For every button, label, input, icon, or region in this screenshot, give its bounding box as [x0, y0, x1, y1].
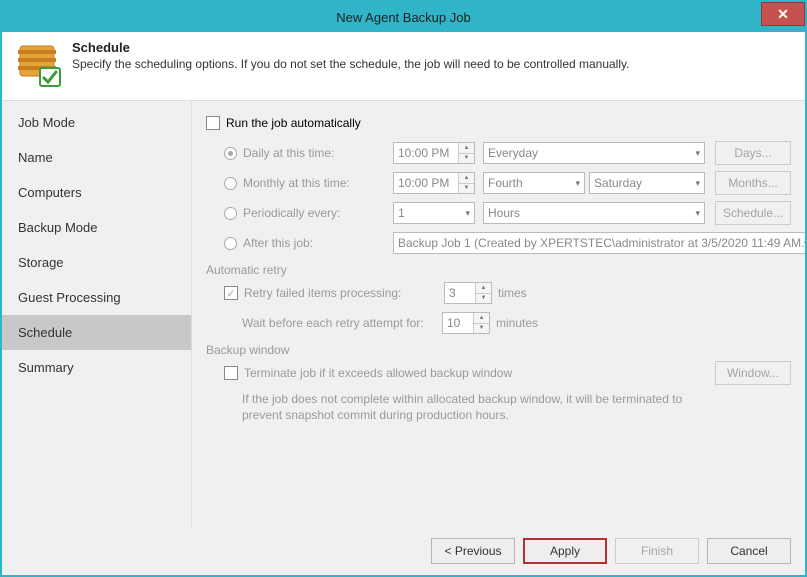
days-button[interactable]: Days...	[715, 141, 791, 165]
window-section-title: Backup window	[206, 343, 791, 357]
sidebar-item-computers[interactable]: Computers	[2, 175, 191, 210]
window-title: New Agent Backup Job	[336, 10, 470, 25]
terminate-label: Terminate job if it exceeds allowed back…	[244, 366, 512, 380]
months-button[interactable]: Months...	[715, 171, 791, 195]
daily-time-spinner[interactable]: ▲▼	[393, 142, 475, 164]
schedule-icon	[14, 40, 62, 88]
sidebar-item-schedule[interactable]: Schedule	[2, 315, 191, 350]
schedule-button[interactable]: Schedule...	[715, 201, 791, 225]
periodic-value-select[interactable]: 1 ▾	[393, 202, 475, 224]
footer: < Previous Apply Finish Cancel	[2, 527, 805, 575]
previous-button[interactable]: < Previous	[431, 538, 515, 564]
content-pane: Run the job automatically Daily at this …	[192, 101, 805, 527]
close-button[interactable]: ✕	[761, 2, 805, 26]
sidebar-item-name[interactable]: Name	[2, 140, 191, 175]
chevron-down-icon: ▾	[695, 148, 700, 159]
spin-down-icon[interactable]: ▼	[459, 154, 474, 164]
retry-unit: times	[498, 286, 527, 300]
run-auto-checkbox[interactable]	[206, 116, 220, 130]
after-job-label: After this job:	[243, 236, 393, 250]
chevron-down-icon: ▾	[575, 178, 580, 189]
spin-down-icon[interactable]: ▼	[476, 294, 491, 304]
apply-button[interactable]: Apply	[523, 538, 607, 564]
after-job-radio[interactable]	[224, 237, 237, 250]
monthly-label: Monthly at this time:	[243, 176, 393, 190]
close-icon: ✕	[777, 6, 789, 23]
monthly-time-spinner[interactable]: ▲▼	[393, 172, 475, 194]
titlebar: New Agent Backup Job ✕	[2, 2, 805, 32]
spin-down-icon[interactable]: ▼	[459, 184, 474, 194]
monthly-radio[interactable]	[224, 177, 237, 190]
spin-up-icon[interactable]: ▲	[459, 143, 474, 154]
sidebar-item-job-mode[interactable]: Job Mode	[2, 105, 191, 140]
sidebar-item-guest-processing[interactable]: Guest Processing	[2, 280, 191, 315]
retry-checkbox[interactable]	[224, 286, 238, 300]
spin-up-icon[interactable]: ▲	[459, 173, 474, 184]
spin-up-icon[interactable]: ▲	[474, 313, 489, 324]
wizard-sidebar: Job Mode Name Computers Backup Mode Stor…	[2, 101, 192, 527]
daily-radio[interactable]	[224, 147, 237, 160]
terminate-checkbox[interactable]	[224, 366, 238, 380]
retry-count-input[interactable]	[445, 283, 475, 303]
daily-label: Daily at this time:	[243, 146, 393, 160]
cancel-button[interactable]: Cancel	[707, 538, 791, 564]
window-note: If the job does not complete within allo…	[206, 391, 791, 423]
monthly-time-input[interactable]	[394, 173, 458, 193]
dialog-window: New Agent Backup Job ✕ Schedule Specify …	[0, 0, 807, 577]
sidebar-item-summary[interactable]: Summary	[2, 350, 191, 385]
chevron-down-icon: ▾	[465, 208, 470, 219]
monthly-day-select[interactable]: Saturday ▾	[589, 172, 705, 194]
page-title: Schedule	[72, 40, 793, 55]
finish-button[interactable]: Finish	[615, 538, 699, 564]
retry-section-title: Automatic retry	[206, 263, 791, 277]
spin-up-icon[interactable]: ▲	[476, 283, 491, 294]
wait-unit: minutes	[496, 316, 538, 330]
chevron-down-icon: ▾	[695, 208, 700, 219]
wait-value-input[interactable]	[443, 313, 473, 333]
window-button[interactable]: Window...	[715, 361, 791, 385]
periodic-radio[interactable]	[224, 207, 237, 220]
after-job-select[interactable]: Backup Job 1 (Created by XPERTSTEC\admin…	[393, 232, 805, 254]
header: Schedule Specify the scheduling options.…	[2, 32, 805, 101]
monthly-week-select[interactable]: Fourth ▾	[483, 172, 585, 194]
wait-value-spinner[interactable]: ▲▼	[442, 312, 490, 334]
retry-count-spinner[interactable]: ▲▼	[444, 282, 492, 304]
chevron-down-icon: ▾	[804, 238, 805, 249]
daily-time-input[interactable]	[394, 143, 458, 163]
sidebar-item-backup-mode[interactable]: Backup Mode	[2, 210, 191, 245]
spin-down-icon[interactable]: ▼	[474, 324, 489, 334]
periodic-unit-select[interactable]: Hours ▾	[483, 202, 705, 224]
wait-label: Wait before each retry attempt for:	[242, 316, 442, 330]
chevron-down-icon: ▾	[695, 178, 700, 189]
page-description: Specify the scheduling options. If you d…	[72, 57, 793, 71]
daily-recurrence-select[interactable]: Everyday ▾	[483, 142, 705, 164]
retry-label: Retry failed items processing:	[244, 286, 444, 300]
sidebar-item-storage[interactable]: Storage	[2, 245, 191, 280]
periodic-label: Periodically every:	[243, 206, 393, 220]
run-auto-label: Run the job automatically	[226, 116, 361, 130]
